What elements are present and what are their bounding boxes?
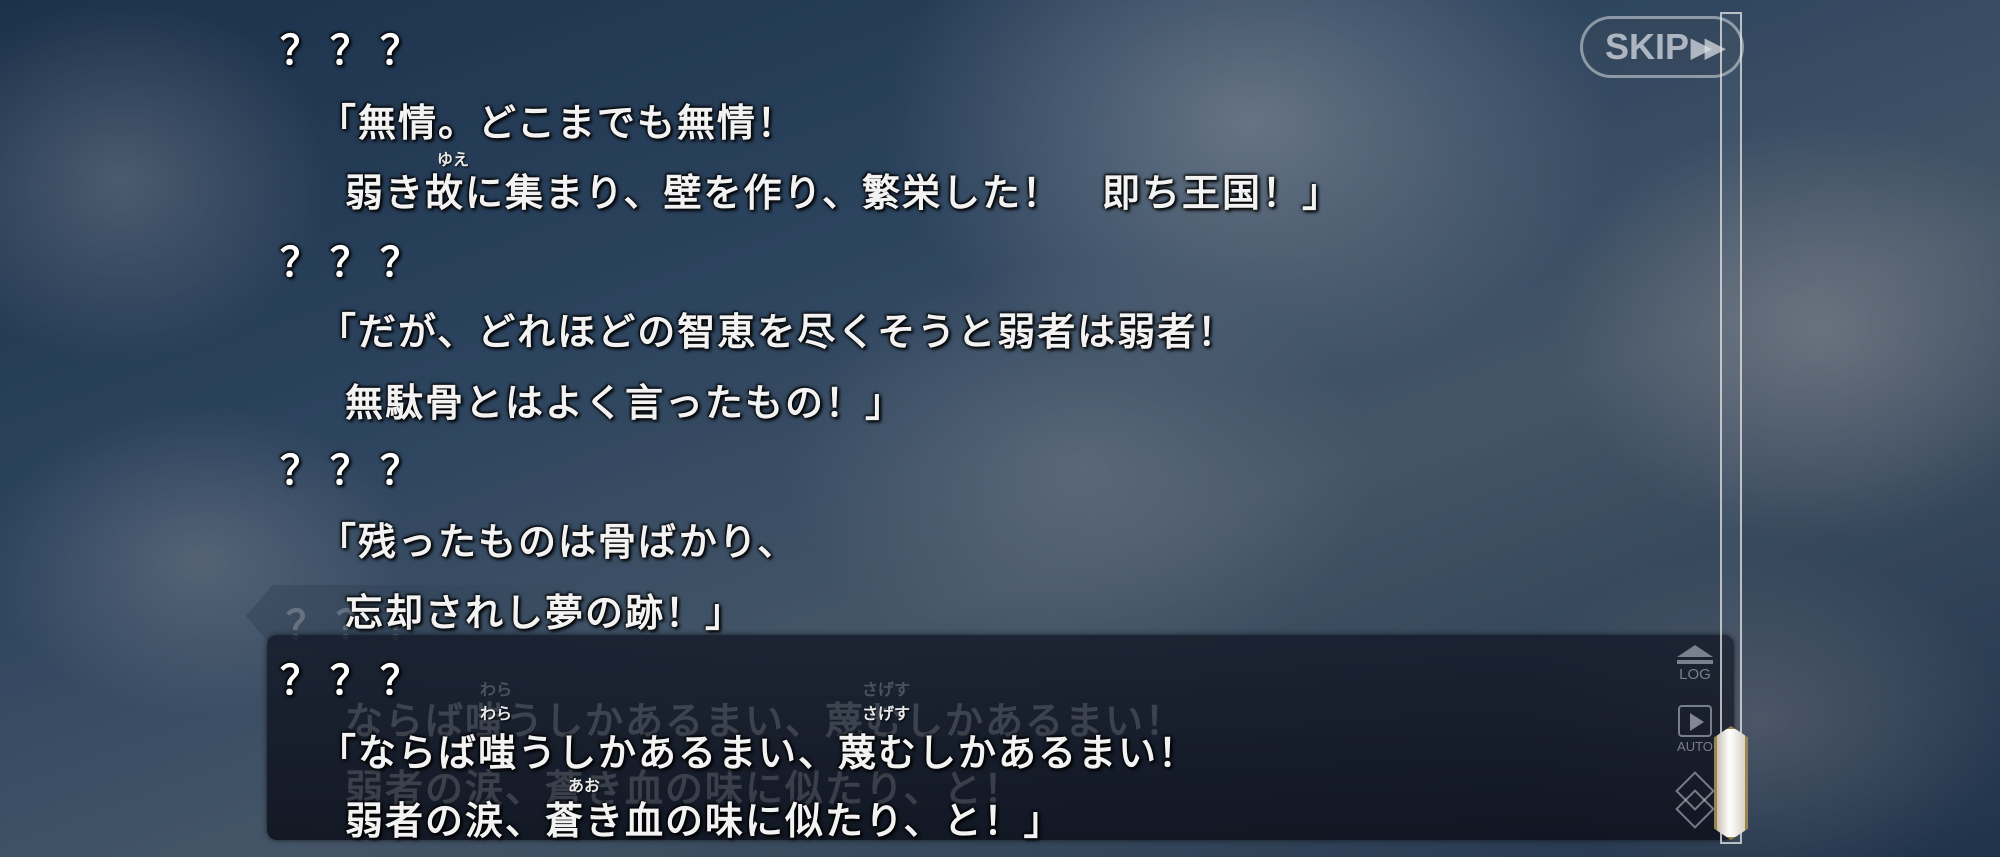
current-speaker-name: ？？？ [280, 658, 430, 704]
skip-label: SKIP [1604, 26, 1690, 67]
log-bar-icon [1677, 660, 1713, 664]
auto-label: AUTO [1677, 739, 1713, 754]
dialogue-line: 無駄骨とはよく言ったもの！」 [345, 381, 906, 425]
log-button[interactable]: LOG [1670, 645, 1720, 695]
backlog-scrollbar[interactable] [1720, 12, 1742, 844]
dialogue-line: 弱き故に集まり、壁を作り、繁栄した！ 即ち王国！」 [345, 171, 1342, 215]
log-up-icon [1677, 645, 1713, 657]
play-icon [1678, 705, 1712, 737]
dialogue-line: 「だが、どれほどの智恵を尽くそうと弱者は弱者！ [318, 310, 1238, 354]
log-label: LOG [1679, 666, 1711, 683]
speaker-name: ？？？ [280, 448, 430, 494]
speaker-name: ？？？ [280, 28, 430, 74]
scrollbar-thumb[interactable] [1714, 726, 1748, 840]
dialogue-line: 「残ったものは骨ばかり、 [318, 520, 798, 564]
speaker-name: ？？？ [280, 240, 430, 286]
dialogue-line: 忘却されし夢の跡！」 [345, 591, 746, 635]
ruby-text: さげす [862, 704, 911, 723]
auto-button[interactable]: AUTO [1672, 705, 1718, 765]
current-dialogue-line: 弱者の涙、蒼き血の味に似たり、と！」 [345, 799, 1064, 843]
dialogue-line: 「無情。どこまでも無情！ [318, 101, 797, 145]
menu-button[interactable] [1672, 771, 1718, 829]
current-dialogue-line: 「ならば嗤うしかあるまい、蔑むしかあるまい！ [318, 731, 1199, 775]
fast-forward-icon: ▶▶ [1691, 31, 1725, 62]
ruby-text: わら [480, 704, 513, 723]
